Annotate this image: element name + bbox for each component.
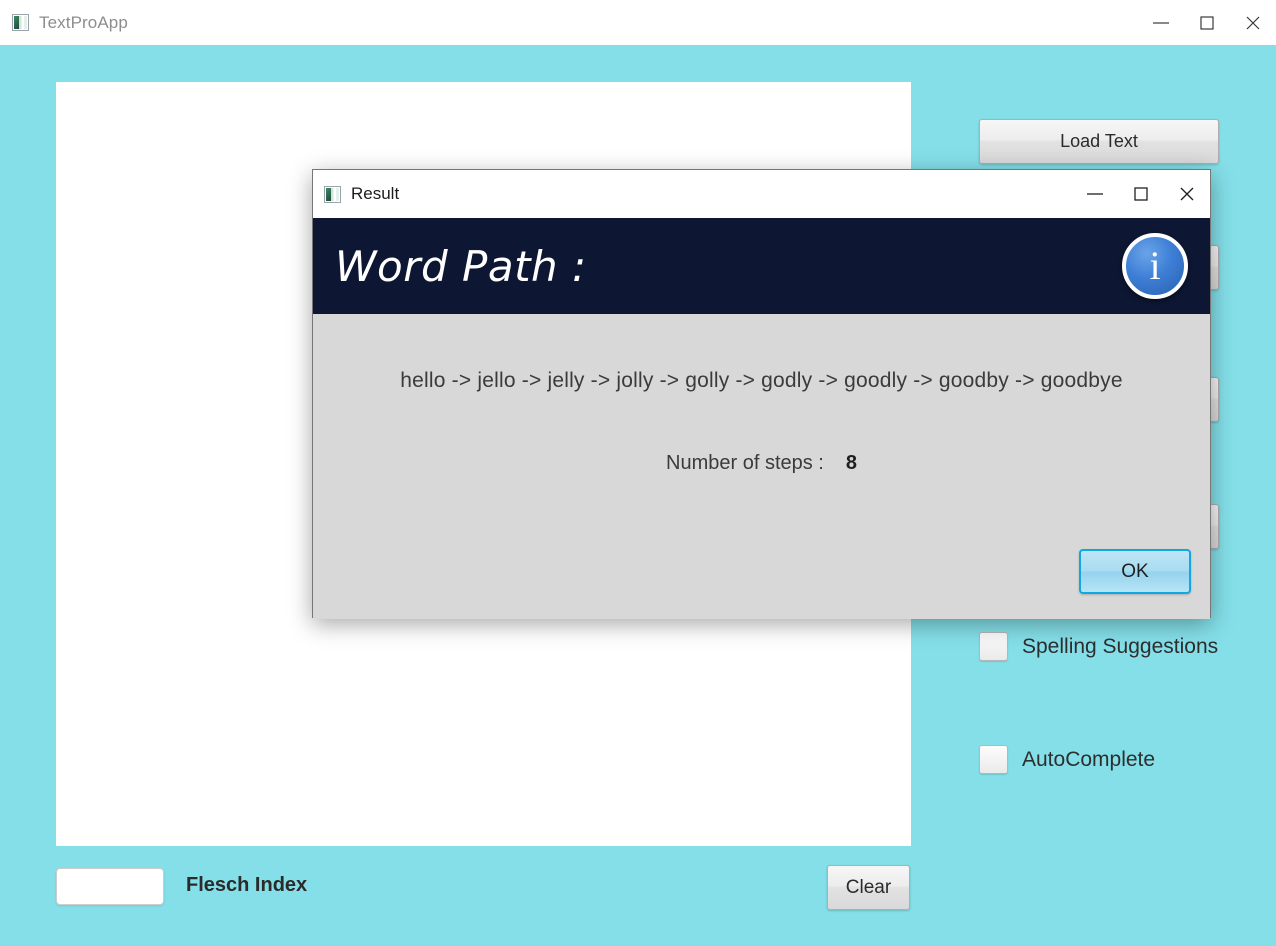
dialog-titlebar-left: Result [313,184,1072,204]
dialog-window-controls [1072,170,1210,218]
dialog-body: hello -> jello -> jelly -> jolly -> goll… [313,314,1210,619]
checkbox-label-spelling-suggestions: Spelling Suggestions [1022,634,1219,658]
app-window: TextProApp Load Text Spelling Suggestion… [0,0,1276,946]
steps-row: Number of steps : 8 [313,452,1210,475]
close-icon[interactable] [1230,0,1276,45]
info-icon: i [1122,233,1188,299]
info-icon-glyph: i [1149,243,1161,288]
clear-button[interactable]: Clear [827,865,910,910]
checkbox-box-icon[interactable] [979,745,1008,774]
titlebar-left: TextProApp [0,13,1138,33]
maximize-icon[interactable] [1184,0,1230,45]
dialog-heading: Word Path : [335,241,587,291]
dialog-titlebar: Result [313,170,1210,218]
result-dialog: Result Word Path : i hello -> jello -> j… [312,169,1211,619]
window-controls [1138,0,1276,45]
maximize-icon[interactable] [1118,170,1164,218]
window-titlebar: TextProApp [0,0,1276,45]
flesch-index-label: Flesch Index [186,874,308,896]
word-path-text: hello -> jello -> jelly -> jolly -> goll… [400,369,1123,392]
checkbox-autocomplete[interactable]: AutoComplete [979,745,1155,774]
checkbox-spelling-suggestions[interactable]: Spelling Suggestions [979,632,1218,661]
app-icon [12,14,29,31]
checkbox-label-autocomplete: AutoComplete [1022,747,1156,771]
load-text-button[interactable]: Load Text [979,119,1219,164]
window-title: TextProApp [39,12,128,32]
app-icon [324,185,341,203]
minimize-icon[interactable] [1138,0,1184,45]
steps-label: Number of steps : [666,452,824,474]
dialog-banner: Word Path : i [313,218,1210,314]
checkbox-box-icon[interactable] [979,632,1008,661]
dialog-title: Result [351,184,400,203]
ok-button[interactable]: OK [1079,549,1191,594]
steps-value: 8 [845,452,857,474]
flesch-index-input[interactable] [56,868,164,905]
close-icon[interactable] [1164,170,1210,218]
minimize-icon[interactable] [1072,170,1118,218]
